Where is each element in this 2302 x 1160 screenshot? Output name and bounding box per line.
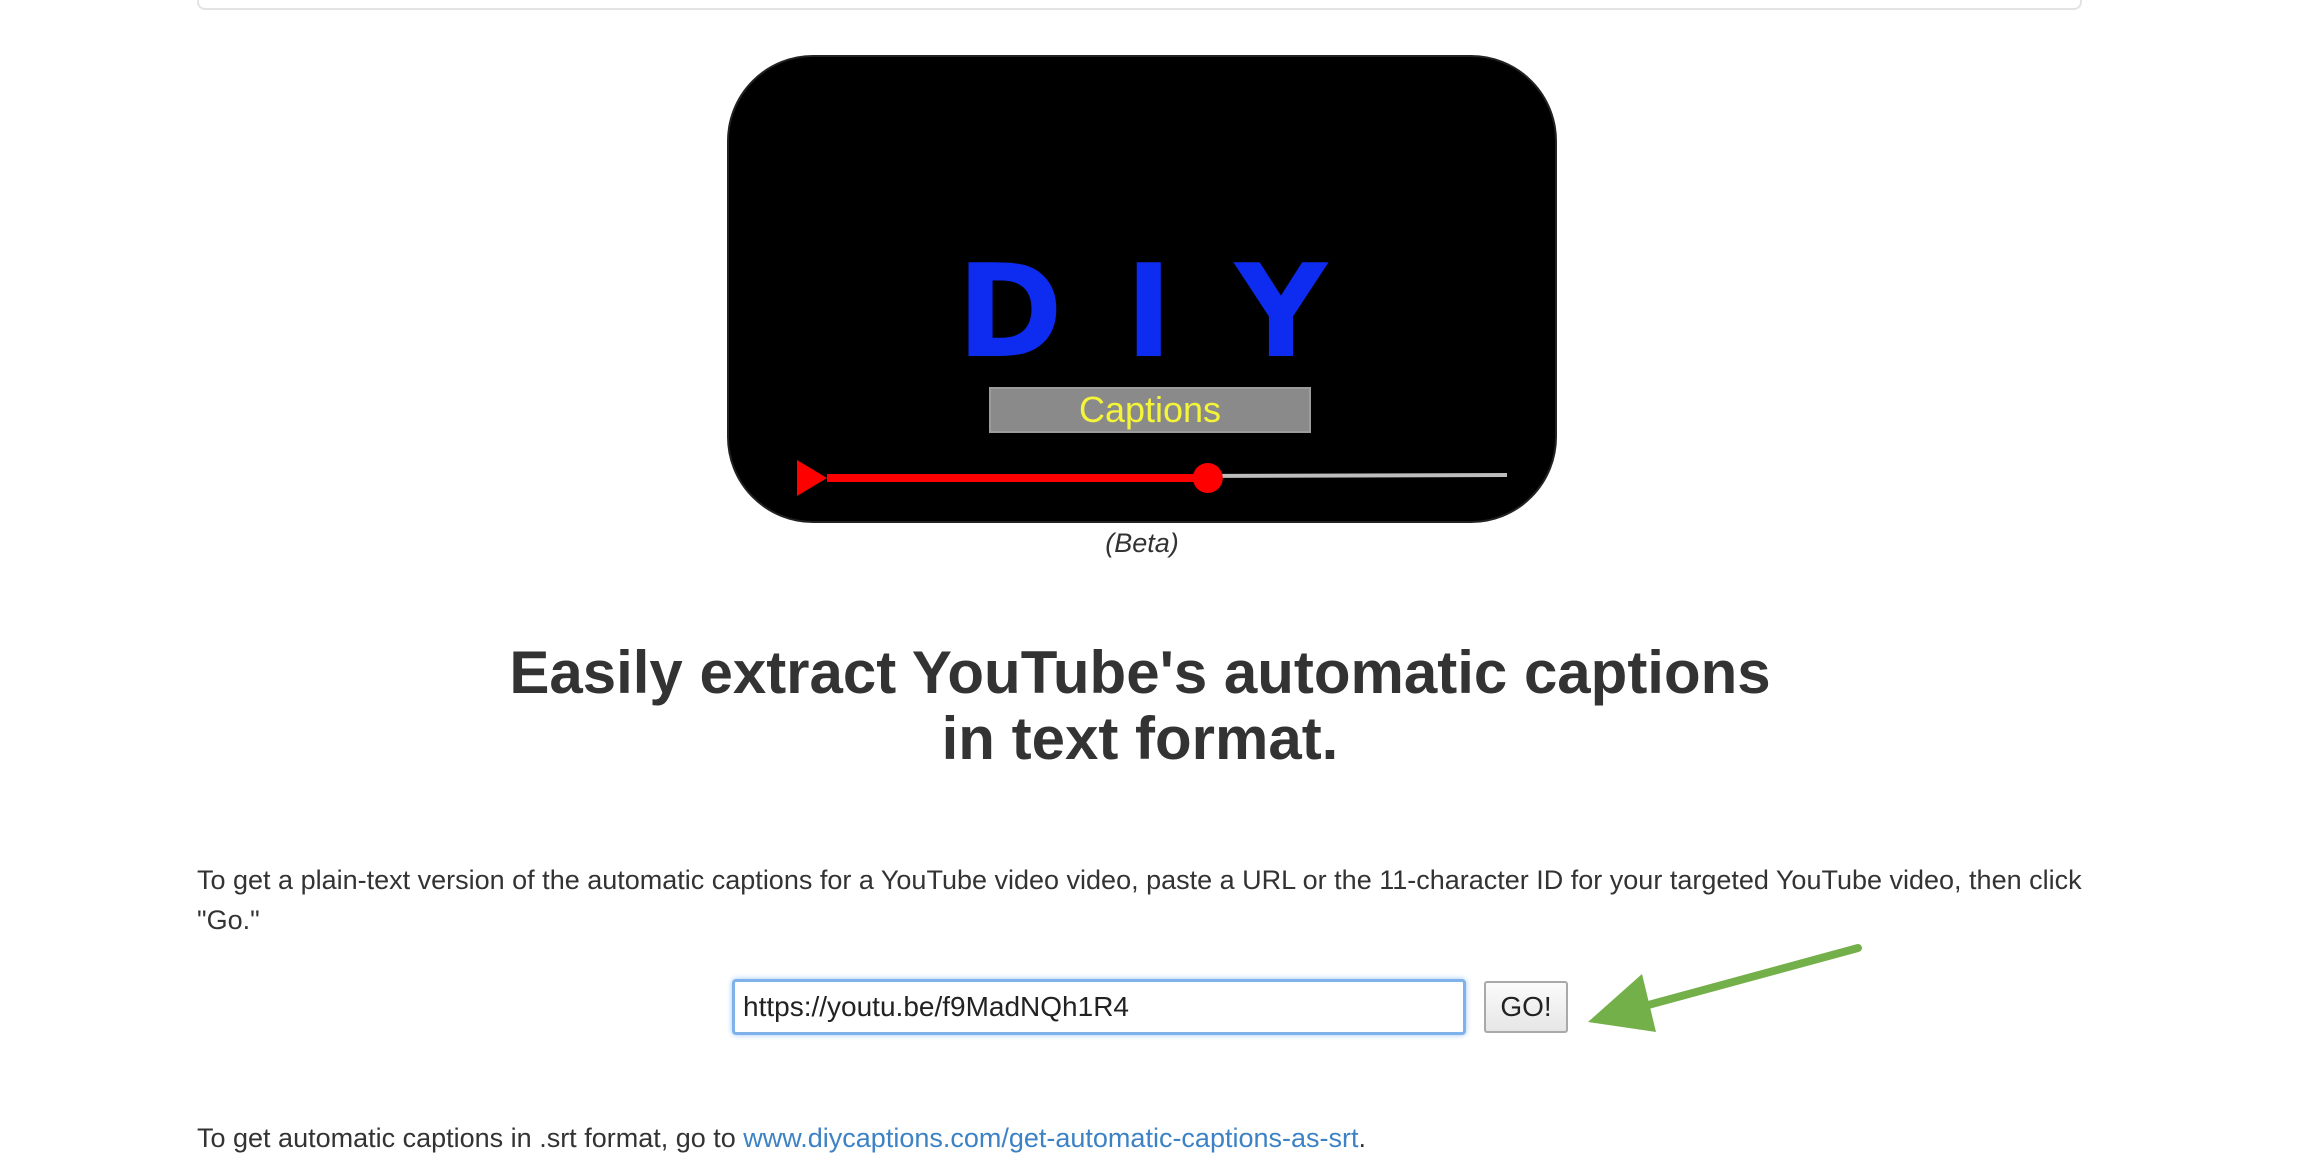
srt-info: To get automatic captions in .srt format… — [197, 1118, 1366, 1158]
headline-line-1: Easily extract YouTube's automatic capti… — [509, 639, 1771, 706]
page: DIY Captions (Beta) Easily extract YouTu… — [0, 0, 2302, 1160]
instructions-text: To get a plain-text version of the autom… — [197, 865, 2082, 935]
srt-link[interactable]: www.diycaptions.com/get-automatic-captio… — [743, 1123, 1358, 1153]
page-headline: Easily extract YouTube's automatic capti… — [340, 640, 1940, 772]
logo-progress-bar — [797, 460, 1507, 496]
logo-caption-box: Captions — [989, 387, 1311, 433]
progress-knob — [1192, 463, 1223, 493]
logo-caption-text: Captions — [1078, 389, 1222, 430]
beta-label: (Beta) — [1105, 528, 1179, 558]
url-input[interactable] — [732, 979, 1466, 1035]
diy-captions-logo: DIY Captions — [727, 55, 1557, 523]
srt-suffix: . — [1358, 1123, 1367, 1153]
go-button[interactable]: GO! — [1484, 981, 1568, 1033]
top-panel — [197, 0, 2082, 10]
logo-title: DIY — [956, 238, 1390, 387]
headline-line-2: in text format. — [941, 705, 1339, 772]
green-arrow-icon — [1588, 944, 1862, 1032]
play-icon — [797, 460, 827, 496]
arrow-shaft — [1626, 944, 1862, 1014]
srt-prefix: To get automatic captions in .srt format… — [197, 1123, 744, 1153]
url-form: GO! — [732, 979, 1632, 1035]
arrow-head — [1588, 974, 1656, 1032]
